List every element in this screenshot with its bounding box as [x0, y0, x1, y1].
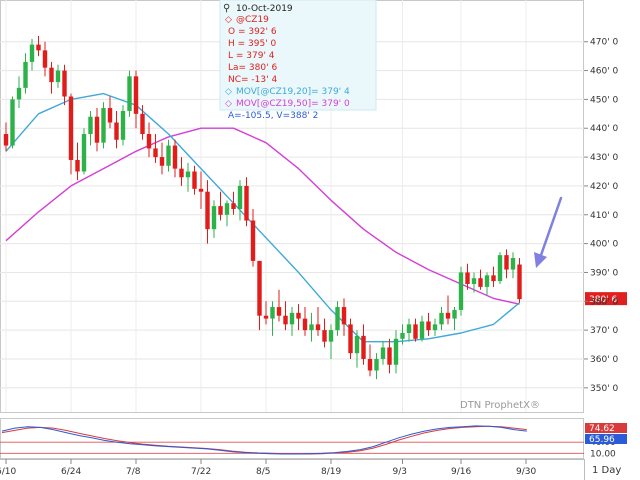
candle: [120, 105, 126, 146]
y-tick-label: 410' 0: [590, 211, 619, 221]
y-tick-label: 370' 0: [590, 326, 619, 336]
x-tick-label: 9/3: [393, 467, 407, 477]
watermark: DTN ProphetX®: [460, 400, 540, 411]
info-ma20: MOV[@CZ19,20]= 379' 4: [236, 87, 350, 97]
candle: [10, 96, 15, 149]
search-icon[interactable]: ⚲: [223, 3, 230, 14]
y-tick-label: 470' 0: [590, 38, 619, 48]
x-tick-label: 8/5: [256, 467, 270, 477]
candle: [458, 266, 464, 316]
y-tick-label: 450' 0: [590, 95, 619, 105]
candle: [517, 258, 522, 303]
info-extra: A=-105.5, V=388' 2: [228, 111, 318, 121]
candle: [497, 252, 503, 284]
candle: [348, 318, 353, 359]
level-label: 10.00: [590, 449, 616, 459]
x-tick-label: 8/19: [321, 467, 341, 477]
diamond-icon: ◇: [225, 87, 232, 97]
diamond-icon: ◇: [225, 99, 232, 109]
y-tick-label: 350' 0: [590, 384, 619, 394]
info-low: L = 379' 4: [228, 51, 275, 61]
info-ma50: MOV[@CZ19,50]= 379' 0: [236, 99, 350, 109]
info-high: H = 395' 0: [228, 39, 277, 49]
y-tick-label: 460' 0: [590, 67, 619, 77]
info-box: ⚲ 10-Oct-2019 ◇ @CZ19 O = 392' 6 H = 395…: [219, 0, 377, 111]
y-tick-label: 360' 0: [590, 355, 619, 365]
x-tick-label: 6/10: [0, 467, 16, 477]
x-tick-label: 9/16: [451, 467, 471, 477]
y-tick-label: 390' 0: [590, 268, 619, 278]
info-net-change: NC= -13' 4: [228, 75, 277, 85]
info-symbol: @CZ19: [236, 15, 269, 25]
x-tick-label: 7/8: [126, 467, 141, 477]
x-tick-label: 6/24: [61, 467, 81, 477]
y-tick-label: 440' 0: [590, 124, 619, 134]
diamond-icon: ◇: [225, 15, 232, 25]
candle: [101, 102, 106, 149]
indicator-value: 65.96: [589, 435, 615, 445]
info-last: La= 380' 6: [228, 63, 277, 73]
x-axis-strip: [0, 459, 584, 480]
price-chart: ⚲ 10-Oct-2019 ◇ @CZ19 O = 392' 6 H = 395…: [0, 0, 640, 480]
candle: [81, 128, 87, 175]
x-tick-label: 7/22: [191, 467, 211, 477]
x-tick-label: 9/30: [516, 467, 536, 477]
y-tick-label: 380' 0: [590, 297, 619, 307]
info-date: 10-Oct-2019: [236, 4, 293, 14]
y-tick-label: 420' 0: [590, 182, 619, 192]
indicator-value: 74.62: [589, 424, 615, 434]
period-button[interactable]: 1 Day: [592, 465, 621, 476]
info-open: O = 392' 6: [228, 27, 277, 37]
indicator-panel-frame: [0, 418, 584, 459]
y-tick-label: 430' 0: [590, 153, 619, 163]
candle: [127, 70, 132, 117]
y-tick-label: 400' 0: [590, 240, 619, 250]
